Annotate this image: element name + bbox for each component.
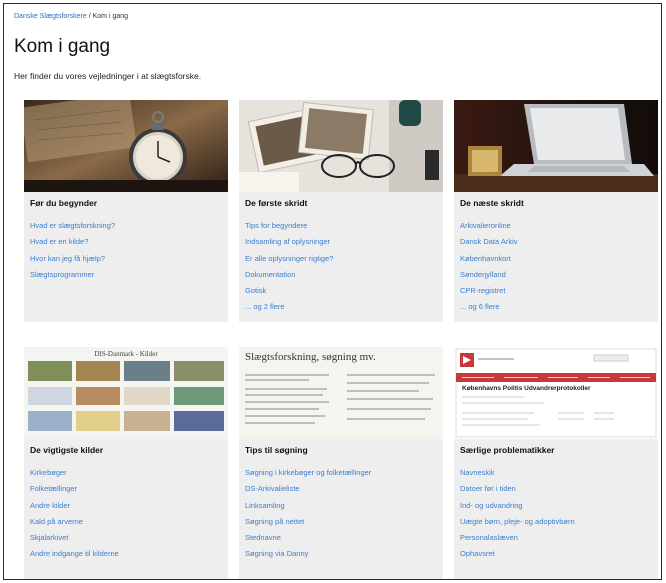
card-saerlige-problematikker: Københavns Politis Udvandrerprotokoller …: [454, 347, 658, 579]
card-title: De første skridt: [245, 198, 308, 208]
card-link[interactable]: Kirkebøger: [30, 468, 119, 484]
card-link[interactable]: Søgning i kirkebøger og folketællinger: [245, 468, 371, 484]
card-link[interactable]: Ind- og udvandring: [460, 501, 575, 517]
card-link[interactable]: Andre kilder: [30, 501, 119, 517]
card-link[interactable]: Sønderjylland: [460, 270, 518, 286]
card-link-list: Kirkebøger Folketællinger Andre kilder K…: [30, 468, 119, 566]
card-link[interactable]: Hvad er slægtsforskning?: [30, 221, 115, 237]
card-tips-til-sogning: Slægtsforskning, søgning mv. Tips til sø…: [239, 347, 443, 579]
card-link[interactable]: Navneskik: [460, 468, 575, 484]
card-de-naeste-skridt: De næste skridt Arkivalieronline Dansk D…: [454, 100, 658, 322]
card-title: Før du begynder: [30, 198, 98, 208]
card-link[interactable]: Uægte børn, pleje- og adoptivbørn: [460, 517, 575, 533]
card-link-list: Arkivalieronline Dansk Data Arkiv Københ…: [460, 221, 518, 319]
card-link[interactable]: Andre indgange til kilderne: [30, 549, 119, 565]
card-link-list: Navneskik Datoer før i tiden Ind- og udv…: [460, 468, 575, 566]
card-link[interactable]: Hvad er en kilde?: [30, 237, 115, 253]
card-link-list: Hvad er slægtsforskning? Hvad er en kild…: [30, 221, 115, 286]
card-link[interactable]: Søgning på nettet: [245, 517, 371, 533]
breadcrumb: Danske Slægtsforskere / Kom i gang: [14, 13, 128, 20]
breadcrumb-home-link[interactable]: Danske Slægtsforskere: [14, 13, 87, 20]
card-title: Særlige problematikker: [460, 445, 555, 455]
old-photos-glasses-photo: [239, 100, 443, 192]
card-link[interactable]: Ophavsret: [460, 549, 575, 565]
page-frame: Danske Slægtsforskere / Kom i gang Kom i…: [3, 3, 662, 580]
slaegtsforskning-sogning-screenshot: Slægtsforskning, søgning mv.: [239, 347, 443, 439]
card-link[interactable]: Dokumentation: [245, 270, 333, 286]
card-link[interactable]: Hvor kan jeg få hjælp?: [30, 254, 115, 270]
page-title: Kom i gang: [14, 36, 111, 57]
card-link[interactable]: Arkivalieronline: [460, 221, 518, 237]
dis-danmark-kilder-screenshot: DIS-Danmark - Kilder: [24, 347, 228, 439]
page-intro: Her finder du vores vejledninger i at sl…: [14, 71, 202, 81]
breadcrumb-current: Kom i gang: [92, 13, 129, 20]
card-link[interactable]: ... og 2 flere: [245, 302, 333, 318]
card-link[interactable]: Tips for begyndere: [245, 221, 333, 237]
image-caption: Københavns Politis Udvandrerprotokoller: [462, 385, 591, 392]
card-link[interactable]: Dansk Data Arkiv: [460, 237, 518, 253]
pocket-watch-photo: [24, 100, 228, 192]
card-link-list: Tips for begyndere Indsamling af oplysni…: [245, 221, 333, 319]
laptop-photo: [454, 100, 658, 192]
card-for-du-begynder: Før du begynder Hvad er slægtsforskning?…: [24, 100, 228, 322]
card-link[interactable]: Linksamling: [245, 501, 371, 517]
card-de-vigtigste-kilder: DIS-Danmark - Kilder De vigtigste kilder…: [24, 347, 228, 579]
card-link-list: Søgning i kirkebøger og folketællinger D…: [245, 468, 371, 566]
card-link[interactable]: Gotisk: [245, 286, 333, 302]
card-link[interactable]: Er alle oplysninger rigtige?: [245, 254, 333, 270]
card-link[interactable]: Stednavne: [245, 533, 371, 549]
card-link[interactable]: DS-Arkivalieliste: [245, 484, 371, 500]
card-title: De vigtigste kilder: [30, 445, 104, 455]
card-title: Tips til søgning: [245, 445, 308, 455]
card-link[interactable]: Skjalarkivet: [30, 533, 119, 549]
card-link[interactable]: Folketællinger: [30, 484, 119, 500]
card-de-forste-skridt: De første skridt Tips for begyndere Inds…: [239, 100, 443, 322]
card-link[interactable]: Kald på arverne: [30, 517, 119, 533]
card-link[interactable]: Københavnkort: [460, 254, 518, 270]
card-link[interactable]: Søgning via Danny: [245, 549, 371, 565]
card-link[interactable]: Indsamling af oplysninger: [245, 237, 333, 253]
politi-udvandrerprotokoller-screenshot: Københavns Politis Udvandrerprotokoller: [454, 347, 658, 439]
card-link[interactable]: Datoer før i tiden: [460, 484, 575, 500]
card-title: De næste skridt: [460, 198, 524, 208]
card-link[interactable]: Slægtsprogrammer: [30, 270, 115, 286]
card-link[interactable]: CPR-registret: [460, 286, 518, 302]
card-link[interactable]: Personalaslæven: [460, 533, 575, 549]
card-link[interactable]: ... og 6 flere: [460, 302, 518, 318]
